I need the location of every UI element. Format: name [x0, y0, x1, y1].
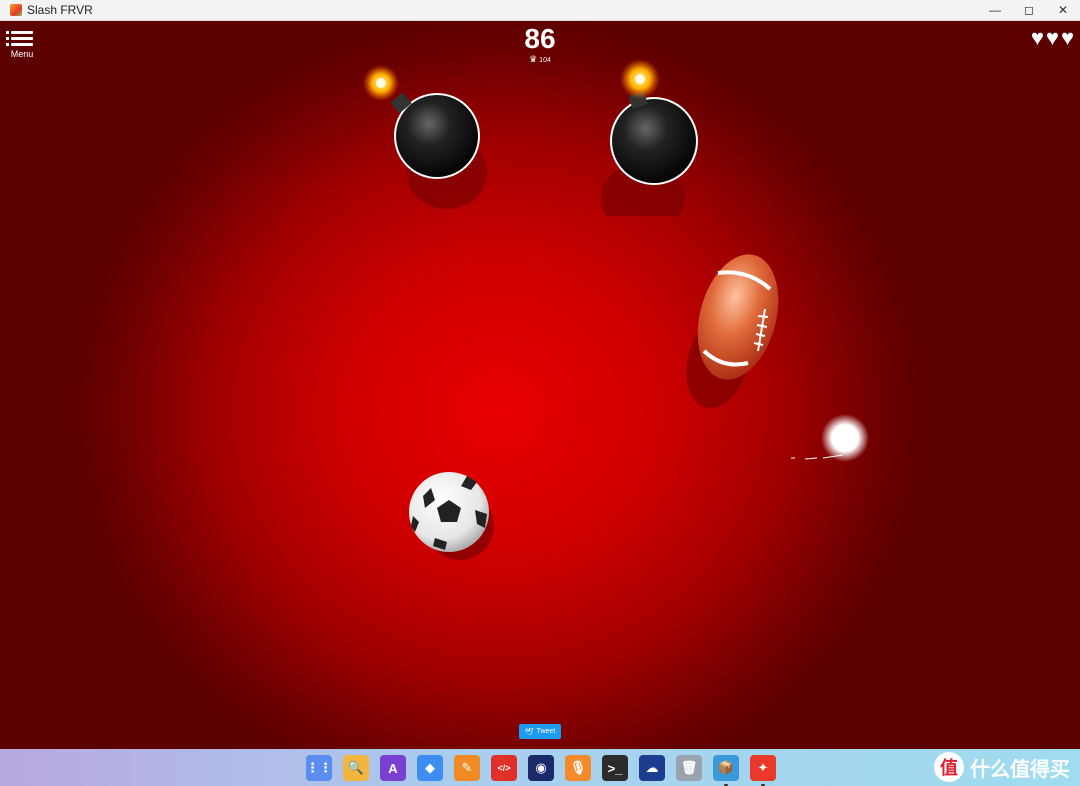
- slash-frvr-icon[interactable]: ✦: [750, 755, 776, 786]
- bomb-icon[interactable]: [598, 41, 738, 216]
- dock: ⋮⋮ 🔍 A ◆ ✎ </> ◉ 🎙 >_ ☁ 🗑 📦 ✦: [306, 755, 776, 786]
- best-score-value: 104: [539, 57, 551, 64]
- window-title: Slash FRVR: [27, 3, 93, 17]
- heart-icon: ♥: [1045, 25, 1059, 50]
- maximize-button[interactable]: ◻: [1012, 0, 1046, 20]
- file-manager-icon[interactable]: 🔍: [343, 755, 369, 781]
- tweet-button[interactable]: 🕊 Tweet: [519, 724, 561, 739]
- app-icon: [10, 4, 22, 16]
- football-icon[interactable]: [678, 251, 788, 411]
- heart-icon: ♥: [1060, 25, 1074, 50]
- launcher-icon[interactable]: ⋮⋮: [306, 755, 332, 781]
- hamburger-icon: [6, 31, 33, 46]
- terminal-icon[interactable]: >_: [602, 755, 628, 781]
- bomb-icon[interactable]: [355, 61, 495, 211]
- minimize-button[interactable]: —: [978, 0, 1012, 20]
- close-button[interactable]: ✕: [1046, 0, 1080, 20]
- font-app-icon[interactable]: A: [380, 755, 406, 781]
- camera-app-icon[interactable]: ◉: [528, 755, 554, 781]
- code-editor-icon[interactable]: </>: [491, 755, 517, 781]
- soccer-ball-icon[interactable]: [405, 466, 500, 566]
- package-app-icon[interactable]: 📦: [713, 755, 739, 786]
- watermark: 值 什么值得买: [934, 752, 1070, 782]
- window-controls: — ◻ ✕: [978, 0, 1080, 20]
- watermark-logo: 值: [934, 752, 964, 782]
- taskbar: ⋮⋮ 🔍 A ◆ ✎ </> ◉ 🎙 >_ ☁ 🗑 📦 ✦: [0, 749, 1080, 786]
- lives-indicator: ♥ ♥ ♥: [1031, 27, 1074, 49]
- score-value: 86: [524, 23, 556, 54]
- watermark-text: 什么值得买: [970, 758, 1070, 781]
- heart-icon: ♥: [1030, 25, 1044, 50]
- cubes-app-icon[interactable]: ◆: [417, 755, 443, 781]
- menu-label: Menu: [10, 49, 34, 59]
- color-picker-icon[interactable]: ✎: [454, 755, 480, 781]
- recorder-icon[interactable]: 🎙: [565, 755, 591, 781]
- menu-button[interactable]: Menu: [6, 29, 36, 59]
- tweet-label: Tweet: [536, 728, 556, 735]
- best-score: ♛ 104: [500, 54, 580, 65]
- window-titlebar: Slash FRVR — ◻ ✕: [0, 0, 1080, 21]
- game-canvas[interactable]: Menu 86 ♛ 104 ♥ ♥ ♥ 🕊 Tweet: [0, 21, 1080, 749]
- glow-cursor-icon: [791, 414, 869, 462]
- trash-icon[interactable]: 🗑: [676, 755, 702, 781]
- twitter-bird-icon: 🕊: [524, 728, 534, 736]
- crown-icon: ♛: [529, 54, 538, 64]
- network-app-icon[interactable]: ☁: [639, 755, 665, 781]
